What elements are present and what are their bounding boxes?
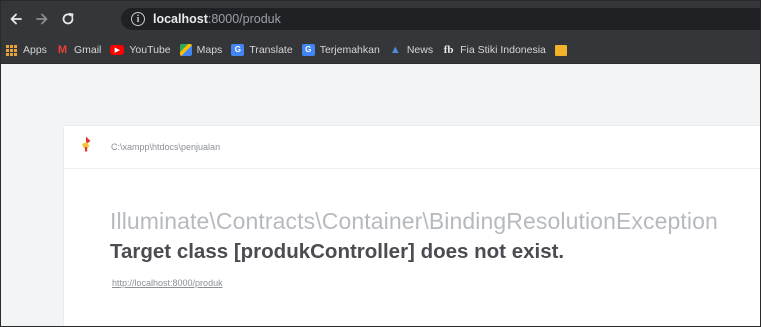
bookmark-folder[interactable]: [554, 44, 572, 56]
address-bar[interactable]: i localhost:8000/produk: [121, 8, 760, 30]
arrow-right-icon: [36, 13, 48, 25]
maps-icon: [179, 44, 192, 56]
bookmark-label: Terjemahkan: [319, 44, 380, 56]
url-host: localhost: [153, 12, 208, 26]
bookmarks-bar: Apps M Gmail ▶ YouTube Maps G Translate …: [1, 37, 760, 64]
project-path: C:\xampp\htdocs\penjualan: [111, 142, 221, 152]
browser-window: i localhost:8000/produk Apps M Gmail ▶ Y…: [0, 0, 761, 327]
forward-button[interactable]: [31, 8, 53, 30]
bookmark-gmail[interactable]: M Gmail: [56, 43, 102, 56]
bookmark-maps[interactable]: Maps: [179, 44, 223, 56]
error-card: C:\xampp\htdocs\penjualan Illuminate\Con…: [64, 126, 760, 326]
site-info-icon[interactable]: i: [131, 12, 145, 26]
bookmark-apps[interactable]: Apps: [5, 44, 47, 56]
request-url-link[interactable]: http://localhost:8000/produk: [112, 278, 223, 288]
bookmark-label: Translate: [249, 44, 293, 56]
bookmark-youtube[interactable]: ▶ YouTube: [110, 44, 171, 56]
back-button[interactable]: [5, 8, 27, 30]
translate-icon: G: [301, 44, 315, 56]
apps-grid-icon: [5, 44, 18, 56]
url-path: :8000/produk: [207, 12, 281, 26]
gmail-icon: M: [57, 43, 68, 56]
reload-button[interactable]: [57, 8, 79, 30]
youtube-icon: ▶: [110, 45, 125, 55]
error-card-header: C:\xampp\htdocs\penjualan: [64, 126, 760, 169]
bookmark-label: Apps: [23, 44, 47, 56]
bookmark-terjemahkan[interactable]: G Terjemahkan: [301, 44, 380, 56]
exception-class: Illuminate\Contracts\Container\BindingRe…: [110, 208, 718, 234]
bookmark-label: News: [406, 44, 434, 56]
ignition-logo-icon: [82, 136, 91, 152]
translate-icon: G: [231, 44, 245, 56]
facebook-icon: fb: [443, 43, 454, 56]
address-url: localhost:8000/produk: [153, 12, 281, 26]
page-viewport: C:\xampp\htdocs\penjualan Illuminate\Con…: [1, 64, 760, 326]
reload-icon: [62, 13, 74, 25]
news-icon: ▲: [389, 43, 401, 56]
arrow-left-icon: [10, 13, 22, 25]
folder-icon: [554, 44, 567, 56]
bookmark-label: Gmail: [73, 44, 102, 56]
bookmark-label: YouTube: [129, 44, 171, 56]
bookmark-news[interactable]: ▲ News: [389, 44, 433, 56]
bookmark-translate[interactable]: G Translate: [231, 44, 293, 56]
exception-message: Target class [produkController] does not…: [110, 240, 565, 263]
bookmark-label: Fia Stiki Indonesia: [460, 44, 546, 56]
bookmark-fia-stiki[interactable]: fb Fia Stiki Indonesia: [442, 44, 546, 56]
bookmark-label: Maps: [196, 44, 223, 56]
browser-toolbar: i localhost:8000/produk: [1, 1, 760, 37]
